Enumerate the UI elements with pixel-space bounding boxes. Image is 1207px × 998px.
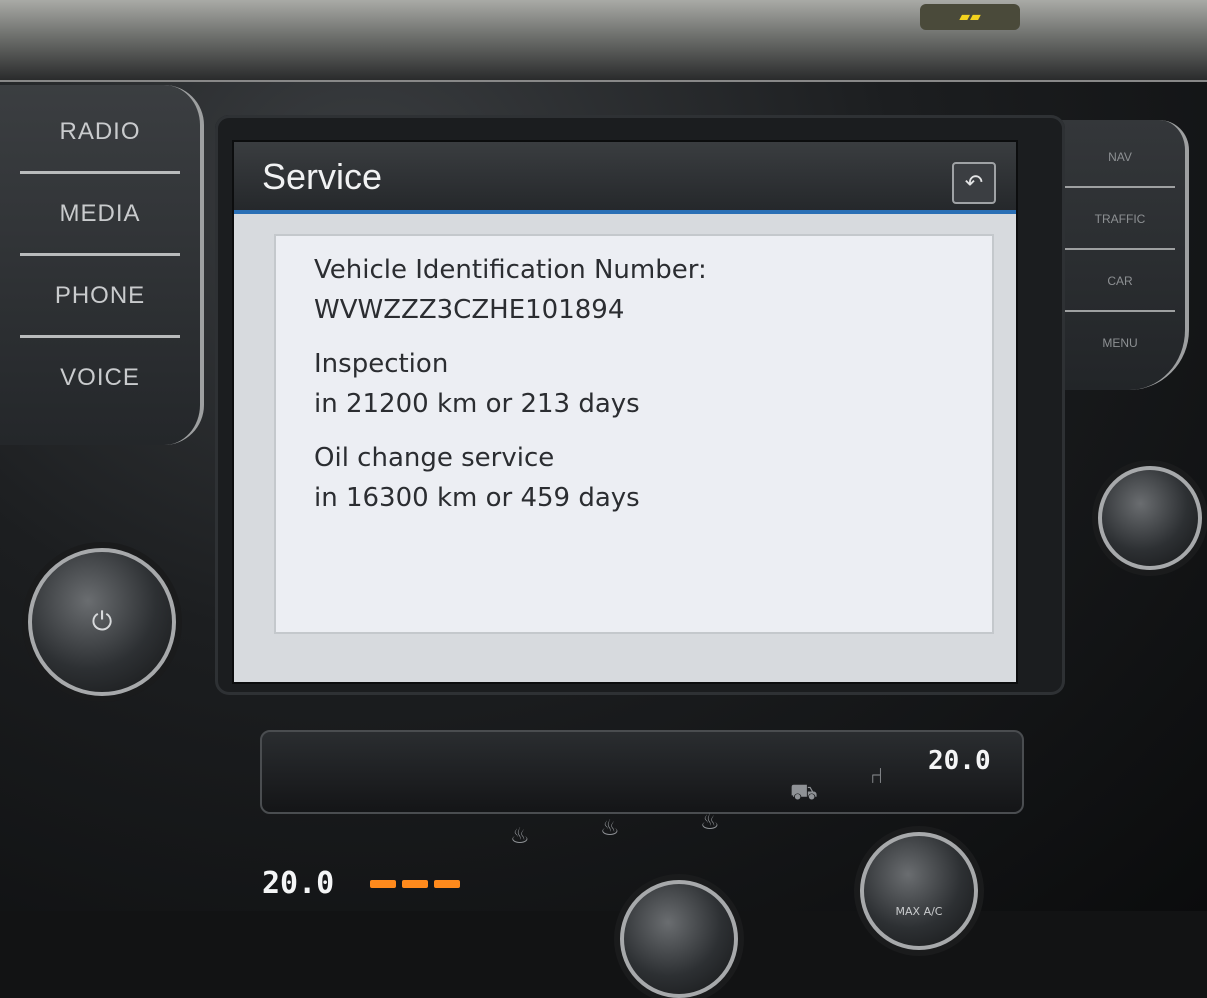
nav-button[interactable]: NAV bbox=[1065, 128, 1175, 188]
inspection-section: Inspection in 21200 km or 213 days bbox=[314, 344, 992, 424]
oil-change-section: Oil change service in 16300 km or 459 da… bbox=[314, 438, 992, 518]
back-arrow-icon: ↶ bbox=[964, 170, 984, 196]
cd-slot bbox=[260, 730, 1024, 814]
infotainment-screen: Service ↶ Vehicle Identification Number:… bbox=[232, 140, 1018, 684]
seat-heat-icon[interactable]: ♨ bbox=[600, 816, 620, 841]
voice-button[interactable]: VOICE bbox=[20, 339, 180, 417]
screen-header: Service ↶ bbox=[234, 142, 1016, 214]
vin-value: WVWZZZ3CZHE101894 bbox=[314, 295, 625, 325]
seat-icon[interactable]: ⑁ bbox=[870, 764, 883, 789]
phone-button[interactable]: PHONE bbox=[20, 257, 180, 338]
right-button-panel: NAV TRAFFIC CAR MENU bbox=[1055, 120, 1189, 390]
temp-right-display: 20.0 bbox=[928, 746, 991, 776]
menu-button[interactable]: MENU bbox=[1065, 314, 1175, 372]
warning-light-icon: ▰▰ bbox=[920, 4, 1020, 30]
vin-label: Vehicle Identification Number: bbox=[314, 255, 707, 285]
left-button-panel: RADIO MEDIA PHONE VOICE bbox=[0, 85, 204, 445]
oil-change-due: in 16300 km or 459 days bbox=[314, 483, 640, 513]
climate-knob[interactable]: MAX A/C bbox=[860, 832, 978, 950]
seat-heat-right-icon[interactable]: ♨ bbox=[700, 810, 720, 835]
recirculation-icon[interactable]: ⛟ bbox=[790, 780, 818, 808]
oil-change-label: Oil change service bbox=[314, 443, 555, 473]
seat-ventilation-icon[interactable]: ♨ bbox=[510, 824, 530, 849]
volume-power-knob[interactable]: ⏻ bbox=[28, 548, 176, 696]
vin-section: Vehicle Identification Number: WVWZZZ3CZ… bbox=[314, 250, 992, 330]
dashboard-trim bbox=[0, 0, 1207, 82]
service-info-panel: Vehicle Identification Number: WVWZZZ3CZ… bbox=[274, 234, 994, 634]
power-icon: ⏻ bbox=[91, 606, 113, 637]
temp-left-display: 20.0 bbox=[262, 866, 335, 901]
car-button[interactable]: CAR bbox=[1065, 252, 1175, 312]
fan-knob[interactable] bbox=[620, 880, 738, 998]
tune-knob[interactable] bbox=[1098, 466, 1202, 570]
back-button[interactable]: ↶ bbox=[952, 162, 996, 204]
media-button[interactable]: MEDIA bbox=[20, 175, 180, 256]
inspection-due: in 21200 km or 213 days bbox=[314, 389, 640, 419]
seat-heat-level-indicator bbox=[370, 880, 460, 888]
page-title: Service bbox=[262, 156, 383, 197]
inspection-label: Inspection bbox=[314, 349, 449, 379]
traffic-button[interactable]: TRAFFIC bbox=[1065, 190, 1175, 250]
max-ac-label: MAX A/C bbox=[895, 904, 943, 918]
radio-button[interactable]: RADIO bbox=[20, 93, 180, 174]
